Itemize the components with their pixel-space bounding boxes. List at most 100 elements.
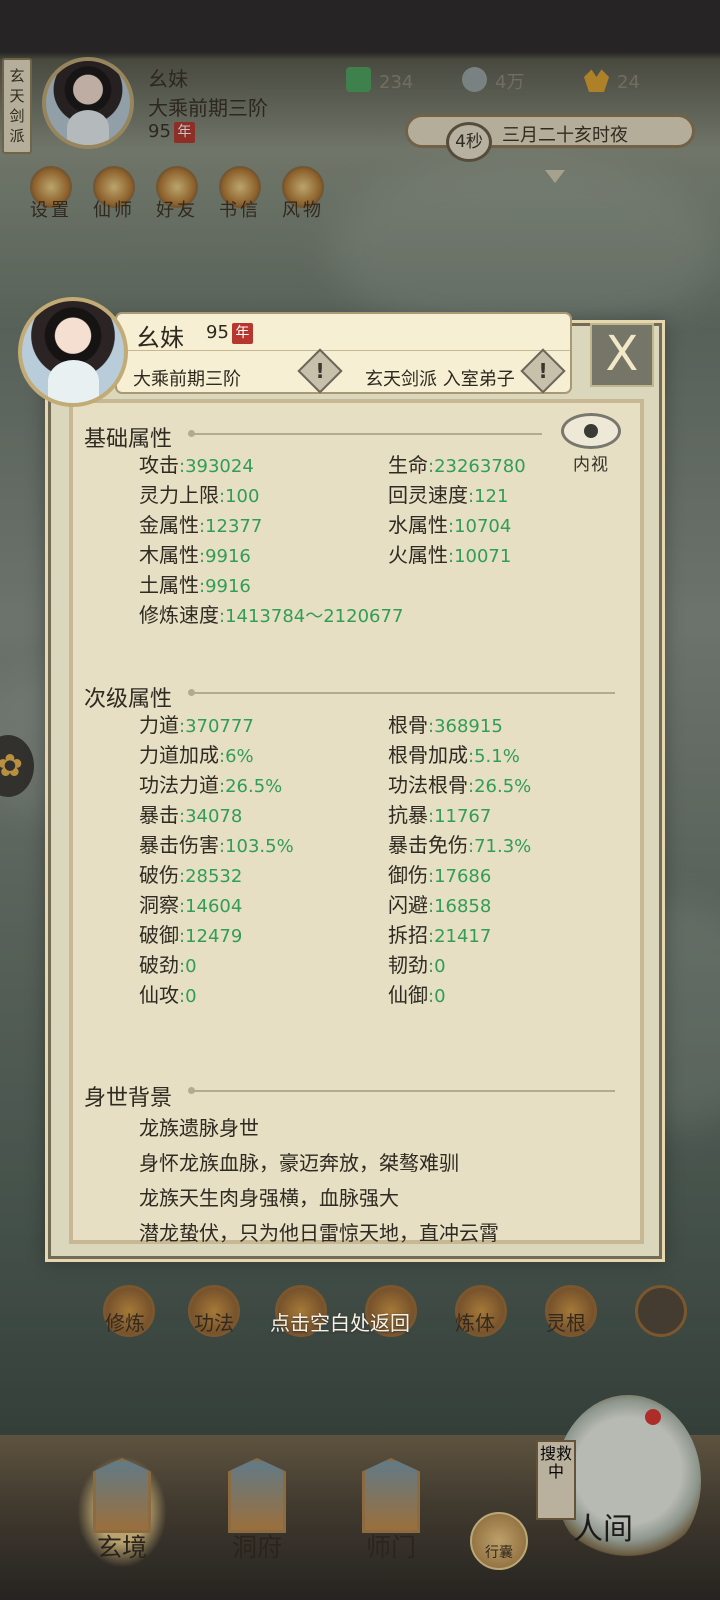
crit-label: 暴击 xyxy=(139,803,179,827)
dodge-value: :16858 xyxy=(428,896,492,917)
bone-row: 根骨:368915 xyxy=(388,712,503,740)
spirit-regen-value: :121 xyxy=(468,486,509,507)
insight-value: :14604 xyxy=(179,896,243,917)
dodge-label: 闪避 xyxy=(388,893,428,917)
defense-row: 御伤:17686 xyxy=(388,862,491,890)
strength-label: 力道 xyxy=(139,713,179,737)
break-defense-label: 破御 xyxy=(139,923,179,947)
attack-row: 攻击:393024 xyxy=(139,452,254,480)
cultivation-speed-value: :1413784～2120677 xyxy=(219,606,404,627)
crit-value: :34078 xyxy=(179,806,243,827)
crit-damage-label: 暴击伤害 xyxy=(139,833,219,857)
insight-row: 洞察:14604 xyxy=(139,892,242,920)
tenacity-row: 韧劲:0 xyxy=(388,952,446,980)
metal-value: :12377 xyxy=(199,516,263,537)
close-button[interactable]: X xyxy=(590,323,654,387)
anti-crit-row: 抗暴:11767 xyxy=(388,802,491,830)
piercing-label: 破伤 xyxy=(139,863,179,887)
character-avatar xyxy=(18,297,128,407)
break-defense-value: :12479 xyxy=(179,926,243,947)
skill-bone-row: 功法根骨:26.5% xyxy=(388,772,531,800)
crit-reduction-row: 暴击免伤:71.3% xyxy=(388,832,531,860)
anti-crit-label: 抗暴 xyxy=(388,803,428,827)
spirit-limit-row: 灵力上限:100 xyxy=(139,482,259,510)
spirit-limit-label: 灵力上限 xyxy=(139,483,219,507)
crit-damage-value: :103.5% xyxy=(219,836,294,857)
character-age: 95 年 xyxy=(206,322,253,344)
attack-label: 攻击 xyxy=(139,453,179,477)
anti-crit-value: :11767 xyxy=(428,806,492,827)
strength-bonus-value: :6% xyxy=(219,746,254,767)
strength-bonus-row: 力道加成:6% xyxy=(139,742,254,770)
inner-view-label: 内视 xyxy=(573,455,609,475)
background-line-1: 龙族遗脉身世 xyxy=(139,1116,259,1140)
character-sect: 玄天剑派 入室弟子 xyxy=(365,369,515,390)
break-tenacity-value: :0 xyxy=(179,956,197,977)
strength-row: 力道:370777 xyxy=(139,712,254,740)
rank-info-symbol: ! xyxy=(315,359,325,383)
background-line-2: 身怀龙族血脉，豪迈奔放，桀骜难驯 xyxy=(139,1151,459,1175)
defense-label: 御伤 xyxy=(388,863,428,887)
water-value: :10704 xyxy=(448,516,512,537)
bone-label: 根骨 xyxy=(388,713,428,737)
bone-bonus-value: :5.1% xyxy=(468,746,520,767)
earth-value: :9916 xyxy=(199,576,251,597)
defense-value: :17686 xyxy=(428,866,492,887)
character-rank: 大乘前期三阶 xyxy=(133,369,241,390)
wood-row: 木属性:9916 xyxy=(139,542,251,570)
wood-value: :9916 xyxy=(199,546,251,567)
piercing-row: 破伤:28532 xyxy=(139,862,242,890)
spirit-limit-value: :100 xyxy=(219,486,260,507)
attack-value: :393024 xyxy=(179,456,254,477)
sect-info-symbol: ! xyxy=(538,359,548,383)
immortal-attack-label: 仙攻 xyxy=(139,983,179,1007)
parry-row: 拆招:21417 xyxy=(388,922,491,950)
metal-label: 金属性 xyxy=(139,513,199,537)
basic-attributes-title: 基础属性 xyxy=(84,427,173,452)
break-tenacity-label: 破劲 xyxy=(139,953,179,977)
piercing-value: :28532 xyxy=(179,866,243,887)
bone-bonus-row: 根骨加成:5.1% xyxy=(388,742,520,770)
tenacity-label: 韧劲 xyxy=(388,953,428,977)
eye-icon xyxy=(561,413,621,449)
immortal-attack-row: 仙攻:0 xyxy=(139,982,197,1010)
skill-strength-label: 功法力道 xyxy=(139,773,219,797)
character-age-value: 95 xyxy=(206,322,229,343)
cultivation-speed-row: 修炼速度:1413784～2120677 xyxy=(139,602,403,630)
fire-label: 火属性 xyxy=(388,543,448,567)
crit-row: 暴击:34078 xyxy=(139,802,242,830)
strength-value: :370777 xyxy=(179,716,254,737)
basic-title-divider xyxy=(188,430,542,437)
spirit-regen-row: 回灵速度:121 xyxy=(388,482,508,510)
fire-value: :10071 xyxy=(448,546,512,567)
skill-strength-row: 功法力道:26.5% xyxy=(139,772,282,800)
water-label: 水属性 xyxy=(388,513,448,537)
life-label: 生命 xyxy=(388,453,428,477)
skill-strength-value: :26.5% xyxy=(219,776,283,797)
spirit-regen-label: 回灵速度 xyxy=(388,483,468,507)
life-value: :23263780 xyxy=(428,456,526,477)
bone-value: :368915 xyxy=(428,716,503,737)
dodge-row: 闪避:16858 xyxy=(388,892,491,920)
cultivation-speed-label: 修炼速度 xyxy=(139,603,219,627)
character-name: 幺妹 xyxy=(136,324,184,352)
game-screen: 玄天剑派 幺妹 大乘前期三阶 95 年 234 4万 24 4秒 三月二十亥时夜 … xyxy=(0,0,720,1600)
break-tenacity-row: 破劲:0 xyxy=(139,952,197,980)
immortal-defense-label: 仙御 xyxy=(388,983,428,1007)
water-row: 水属性:10704 xyxy=(388,512,511,540)
crit-damage-row: 暴击伤害:103.5% xyxy=(139,832,294,860)
earth-label: 土属性 xyxy=(139,573,199,597)
earth-row: 土属性:9916 xyxy=(139,572,251,600)
immortal-defense-row: 仙御:0 xyxy=(388,982,446,1010)
insight-label: 洞察 xyxy=(139,893,179,917)
background-title: 身世背景 xyxy=(84,1086,173,1111)
back-hint[interactable]: 点击空白处返回 xyxy=(270,1307,410,1336)
wood-label: 木属性 xyxy=(139,543,199,567)
crit-reduction-value: :71.3% xyxy=(468,836,532,857)
character-age-tag: 年 xyxy=(231,323,253,344)
inner-view-button[interactable]: 内视 xyxy=(559,413,623,475)
life-row: 生命:23263780 xyxy=(388,452,526,480)
immortal-defense-value: :0 xyxy=(428,986,446,1007)
tenacity-value: :0 xyxy=(428,956,446,977)
break-defense-row: 破御:12479 xyxy=(139,922,242,950)
